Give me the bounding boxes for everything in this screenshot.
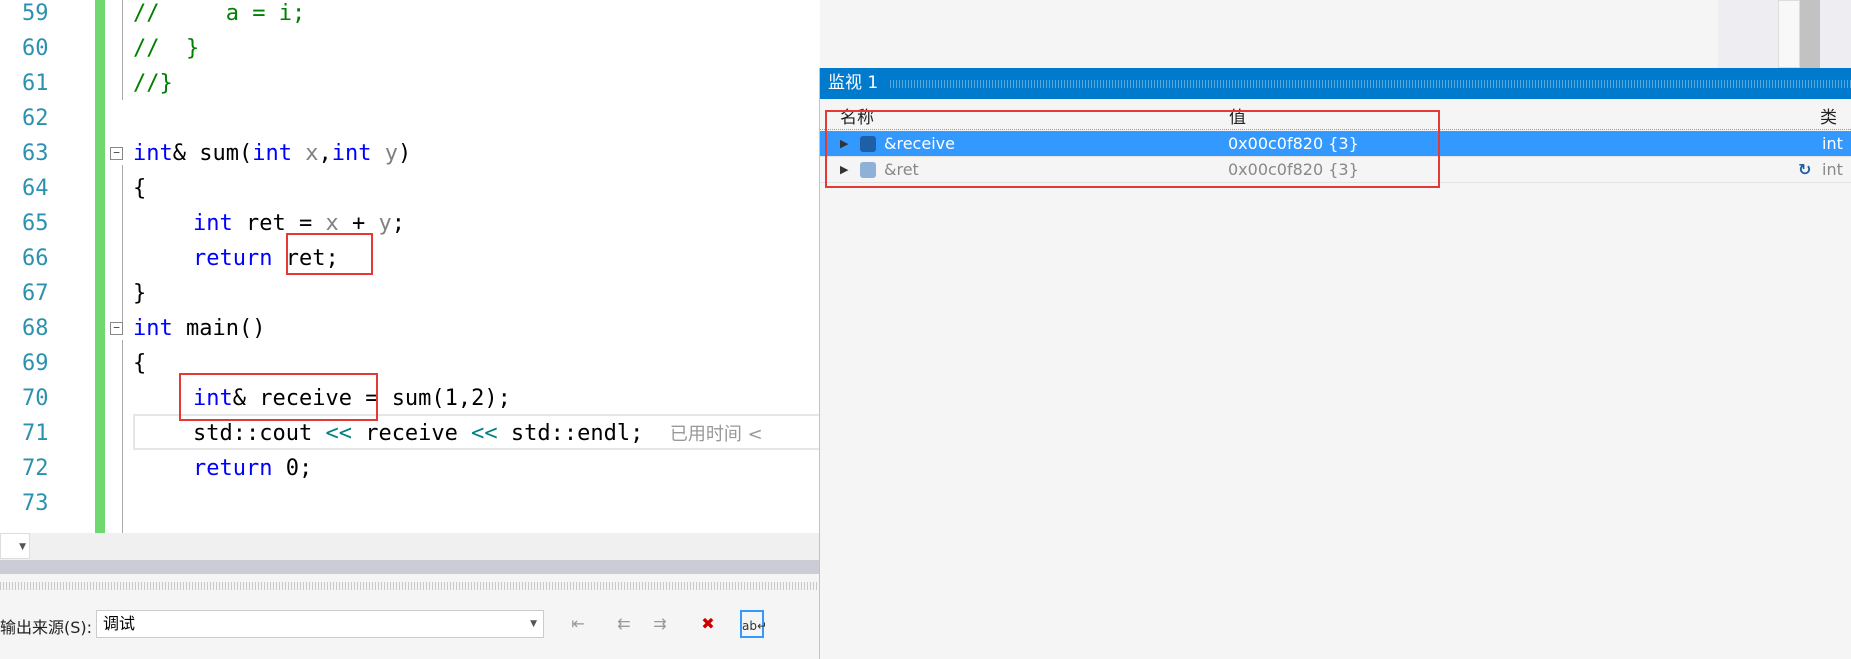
line-number: 72 <box>22 456 49 481</box>
collapse-icon[interactable]: − <box>110 147 123 160</box>
line-number: 61 <box>22 71 49 96</box>
watch-window: 监视 1 名称 值 类型 ▶ &receive 0x00c0f820 {3} i… <box>819 68 1851 659</box>
panel-title-grip <box>0 582 820 590</box>
output-source-select[interactable]: 调试 ▼ <box>96 610 544 638</box>
line-number: 73 <box>22 491 49 516</box>
watch-title: 监视 1 <box>828 73 879 93</box>
code-line: 67} <box>0 276 820 311</box>
code-editor[interactable]: 59// a = i; 60// } 61//} 62 63− int& sum(… <box>0 0 820 533</box>
chevron-down-icon: ▼ <box>530 619 537 629</box>
code-line: 59 // a = i; <box>0 0 820 31</box>
code-text: return <box>193 246 273 271</box>
code-line: 68 − int main() <box>0 311 820 346</box>
code-text: & sum( <box>172 141 253 166</box>
code-text: 0; <box>272 456 313 481</box>
code-text: int <box>193 211 233 236</box>
side-panel <box>1718 0 1851 68</box>
highlight-box <box>286 233 373 275</box>
watch-type: int <box>1822 134 1843 153</box>
line-number: 64 <box>22 176 49 201</box>
code-text: , <box>318 141 332 166</box>
watch-type: int <box>1822 160 1843 179</box>
code-line: 61 //} <box>0 66 820 101</box>
code-line: 63− int& sum(int x,int y) <box>0 136 820 171</box>
code-line: 73 <box>0 486 820 521</box>
code-text: y <box>378 211 392 236</box>
code-text: a = i; <box>225 1 306 26</box>
code-text: int <box>133 141 173 166</box>
code-text: << <box>471 421 498 446</box>
line-number: 69 <box>22 351 49 376</box>
find-message-icon[interactable]: ⇤ <box>566 610 590 638</box>
editor-footer: ▼ <box>0 533 820 560</box>
code-text: { <box>133 176 147 201</box>
code-text: ) <box>397 141 412 166</box>
code-line: 69 { <box>0 346 820 381</box>
code-text: // } <box>133 36 200 61</box>
code-line: 65 int ret = x + y; <box>0 206 820 241</box>
code-text: << <box>325 421 352 446</box>
code-text: ; <box>391 211 405 236</box>
refresh-icon[interactable]: ↻ <box>1798 157 1811 183</box>
scrollbar-thumb[interactable] <box>1800 0 1820 68</box>
next-message-icon[interactable]: ⇉ <box>648 610 672 638</box>
code-text: main() <box>172 316 266 341</box>
code-text: { <box>133 351 147 376</box>
code-line: 60 // } <box>0 31 820 66</box>
panel-tab-strip <box>0 560 820 574</box>
line-number: 68 <box>22 316 49 341</box>
code-text: std::endl; <box>497 421 644 446</box>
previous-message-icon[interactable]: ⇇ <box>612 610 636 638</box>
code-text: y <box>371 141 398 166</box>
code-line: 71 std::cout << receive << std::endl; 已用时… <box>0 416 820 451</box>
collapse-icon[interactable]: − <box>110 322 123 335</box>
perf-tip[interactable]: 已用时间 < <box>670 424 763 445</box>
line-number: 67 <box>22 281 49 306</box>
line-number: 62 <box>22 106 49 131</box>
output-source-label: 输出来源(S): <box>0 618 93 637</box>
line-number: 60 <box>22 36 49 61</box>
code-text: //} <box>133 71 173 96</box>
scrollbar[interactable] <box>1778 0 1800 68</box>
code-line: 72 return 0; <box>0 451 820 486</box>
code-text: receive <box>351 421 472 446</box>
code-text: std::cout <box>193 421 326 446</box>
code-text: int <box>331 141 372 166</box>
line-number: 63 <box>22 141 49 166</box>
word-wrap-icon[interactable]: ab↵ <box>740 610 767 638</box>
code-line: 64 { <box>0 171 820 206</box>
code-line: 62 <box>0 101 820 136</box>
highlight-box <box>825 110 1440 188</box>
code-line: 70 int& receive = sum(1,2); <box>0 381 820 416</box>
code-text: // <box>133 1 160 26</box>
watch-title-bar[interactable]: 监视 1 <box>820 68 1851 99</box>
output-toolbar: 输出来源(S): 调试 ▼ ⇤ ⇇ ⇉ ✖ ab↵ <box>0 602 820 646</box>
output-source-value: 调试 <box>103 614 136 633</box>
code-text: return <box>193 456 273 481</box>
code-text: int <box>252 141 292 166</box>
line-number: 59 <box>22 1 49 26</box>
line-number: 71 <box>22 421 49 446</box>
code-line: 66 return ret; <box>0 241 820 276</box>
code-text: x <box>291 141 319 166</box>
clear-all-icon[interactable]: ✖ <box>696 610 720 638</box>
line-number: 65 <box>22 211 49 236</box>
code-text: int <box>133 316 173 341</box>
highlight-box <box>179 373 378 421</box>
line-number: 66 <box>22 246 49 271</box>
line-number: 70 <box>22 386 49 411</box>
dropdown-arrow-icon[interactable]: ▼ <box>0 533 30 559</box>
code-text: } <box>133 281 147 306</box>
